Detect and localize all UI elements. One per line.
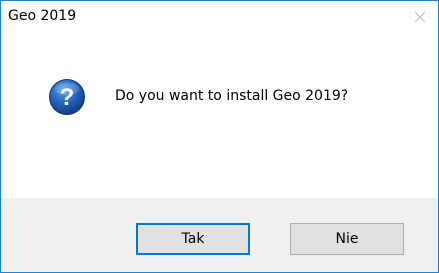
dialog-message: Do you want to install Geo 2019? [115, 88, 349, 104]
dialog-footer: Tak Nie [1, 198, 438, 272]
message-dialog: Geo 2019 ? Do you want to install Geo 20… [0, 0, 439, 273]
yes-button[interactable]: Tak [136, 223, 250, 255]
question-icon: ? [49, 79, 85, 115]
window-title: Geo 2019 [8, 8, 77, 24]
title-bar: Geo 2019 [1, 1, 438, 32]
close-icon [414, 11, 426, 22]
close-button[interactable] [402, 1, 438, 32]
dialog-content: ? Do you want to install Geo 2019? [1, 32, 438, 198]
svg-text:?: ? [60, 84, 75, 111]
no-button[interactable]: Nie [290, 223, 404, 255]
